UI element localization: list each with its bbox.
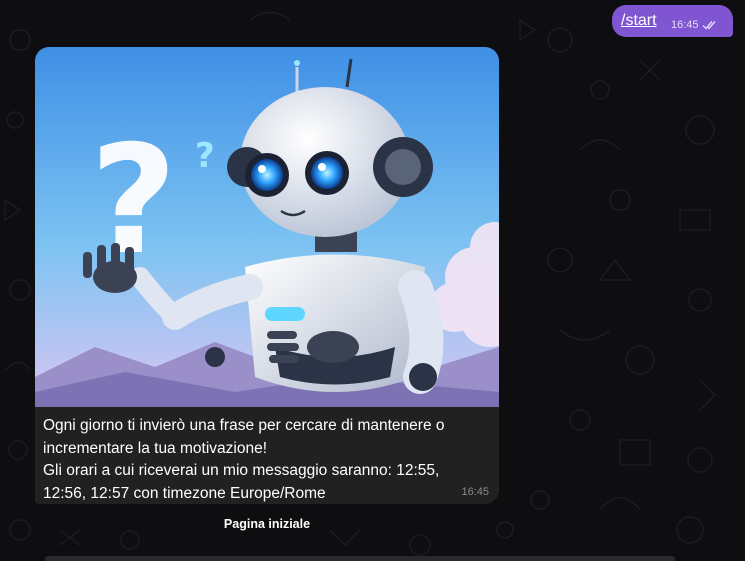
pagina-iniziale-button[interactable]: Pagina iniziale bbox=[35, 509, 499, 539]
robot-illustration-image[interactable]: ? ? bbox=[35, 47, 499, 407]
double-check-icon bbox=[702, 21, 716, 30]
incoming-photo-message[interactable]: ? ? Ogni giorno ti invierò una frase per… bbox=[35, 47, 499, 504]
caption-line: Ogni giorno ti invierò una frase per cer… bbox=[43, 417, 445, 434]
outgoing-message-bubble[interactable]: /start 16:45 bbox=[612, 5, 733, 37]
outgoing-message-time: 16:45 bbox=[671, 19, 699, 31]
incoming-message-time: 16:45 bbox=[461, 486, 489, 498]
outgoing-message-meta: 16:45 bbox=[671, 19, 718, 31]
svg-text:?: ? bbox=[195, 136, 215, 176]
caption-line: incrementare la tua motivazione! bbox=[43, 439, 268, 457]
start-command-link[interactable]: /start bbox=[621, 12, 657, 30]
caption-line: Gli orari a cui riceverai un mio messagg… bbox=[43, 462, 440, 479]
next-message-edge bbox=[45, 556, 675, 561]
message-caption: Ogni giorno ti invierò una frase per cer… bbox=[43, 415, 483, 504]
caption-line: 12:56, 12:57 con timezone Europe/Rome bbox=[43, 484, 326, 502]
